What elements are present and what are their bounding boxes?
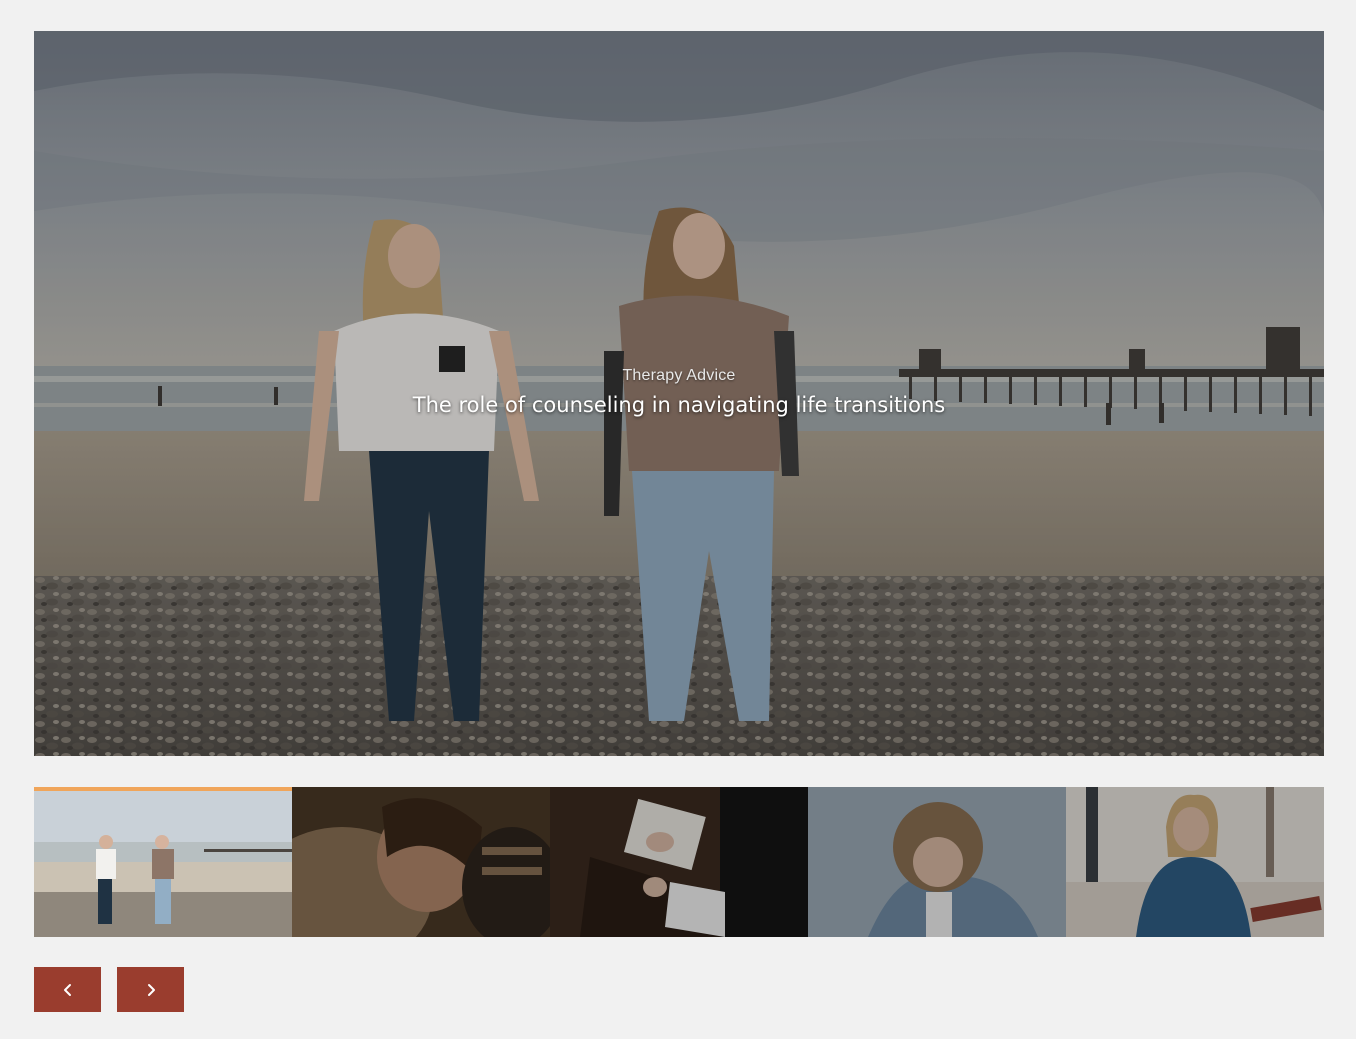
post-title[interactable]: The role of counseling in navigating lif… — [34, 392, 1324, 418]
thumbnail-image — [34, 787, 292, 937]
hero-slide[interactable]: Therapy Advice The role of counseling in… — [34, 31, 1324, 756]
post-category[interactable]: Therapy Advice — [34, 366, 1324, 386]
chevron-left-icon — [63, 983, 71, 996]
thumbnail-4[interactable] — [808, 787, 1066, 937]
thumbnail-5[interactable] — [1066, 787, 1324, 937]
thumbnail-strip — [34, 787, 1324, 937]
thumbnail-3[interactable] — [550, 787, 808, 937]
prev-slide-button[interactable] — [34, 967, 101, 1012]
hero-caption: Therapy Advice The role of counseling in… — [34, 366, 1324, 418]
thumbnail-1[interactable] — [34, 787, 292, 937]
next-slide-button[interactable] — [117, 967, 184, 1012]
thumbnail-2[interactable] — [292, 787, 550, 937]
chevron-right-icon — [147, 983, 155, 996]
